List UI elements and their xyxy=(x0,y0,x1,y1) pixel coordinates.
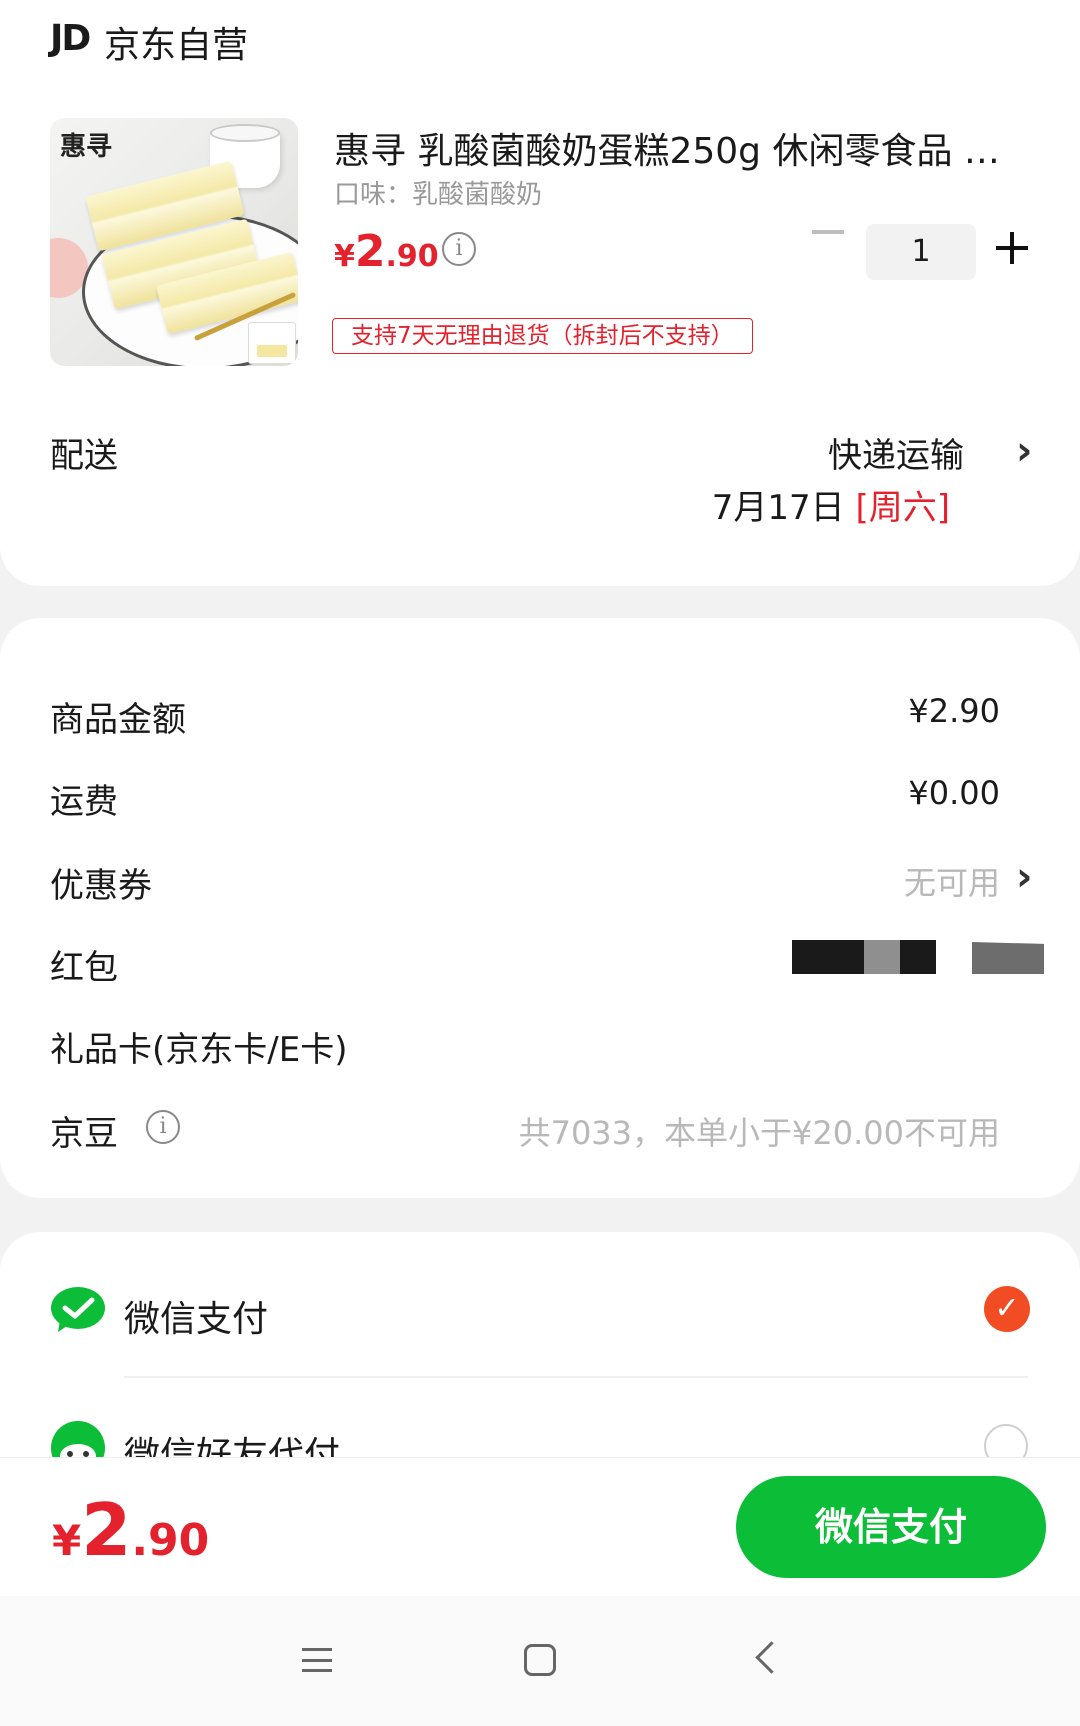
coupon-value[interactable]: 无可用 xyxy=(904,858,1000,904)
product-title[interactable]: 惠寻 乳酸菌酸奶蛋糕250g 休闲零食品 营养早餐面包 xyxy=(334,122,1034,174)
quantity-input[interactable]: 1 xyxy=(866,224,976,280)
gift-card-label[interactable]: 礼品卡(京东卡/E卡) xyxy=(50,1022,347,1071)
shipping-fee-value: ¥0.00 xyxy=(908,774,1000,812)
plus-icon[interactable] xyxy=(996,232,1028,264)
jingdou-info-icon[interactable]: i xyxy=(146,1110,180,1144)
price-currency: ¥ xyxy=(334,239,355,274)
pay-button[interactable]: 微信支付 xyxy=(736,1476,1046,1578)
product-spec: 口味：乳酸菌酸奶 xyxy=(334,180,543,210)
coupon-label: 优惠券 xyxy=(50,866,152,906)
chevron-right-icon[interactable]: › xyxy=(1016,854,1032,900)
jd-logo: JD xyxy=(50,18,91,59)
delivery-label: 配送 xyxy=(50,436,118,476)
delivery-date: 7月17日 [周六] xyxy=(712,480,950,529)
return-policy-badge: 支持7天无理由退货（拆封后不支持） xyxy=(332,318,753,354)
total-decimal: .90 xyxy=(131,1515,210,1566)
menu-icon[interactable] xyxy=(302,1648,332,1672)
goods-amount-value: ¥2.90 xyxy=(908,692,1000,730)
delivery-method[interactable]: 快递运输 xyxy=(828,428,964,477)
price-decimal: .90 xyxy=(385,239,439,274)
total-currency: ¥ xyxy=(52,1516,82,1565)
jingdou-label: 京豆 xyxy=(50,1114,118,1154)
delivery-date-text: 7月17日 xyxy=(711,488,845,528)
total-integer: 2 xyxy=(81,1488,132,1572)
price-integer: 2 xyxy=(354,226,386,277)
price-info-icon[interactable]: i xyxy=(442,232,476,266)
redacted-area xyxy=(792,940,936,974)
package-illustration xyxy=(248,322,296,364)
minus-icon[interactable] xyxy=(812,230,844,234)
delivery-weekday: [周六] xyxy=(855,488,950,528)
payment-option-wechat[interactable]: 微信支付 xyxy=(124,1290,268,1342)
red-packet-label: 红包 xyxy=(50,948,118,988)
redacted-area xyxy=(972,942,1044,974)
cup-rim xyxy=(210,124,280,142)
check-icon[interactable]: ✓ xyxy=(984,1286,1030,1332)
store-name: 京东自营 xyxy=(104,25,249,66)
product-image[interactable]: 惠寻 xyxy=(50,118,298,366)
jingdou-value: 共7033，本单小于¥20.00不可用 xyxy=(518,1114,1000,1152)
product-brand-logo: 惠寻 xyxy=(60,132,113,162)
product-price: ¥2.90 xyxy=(334,226,439,277)
goods-amount-label: 商品金额 xyxy=(50,700,186,740)
divider xyxy=(124,1376,1028,1378)
home-icon[interactable] xyxy=(524,1644,556,1676)
total-price: ¥2.90 xyxy=(52,1488,209,1572)
wechat-pay-icon xyxy=(51,1287,105,1332)
chevron-right-icon[interactable]: › xyxy=(1016,428,1032,474)
shipping-fee-label: 运费 xyxy=(50,782,118,822)
